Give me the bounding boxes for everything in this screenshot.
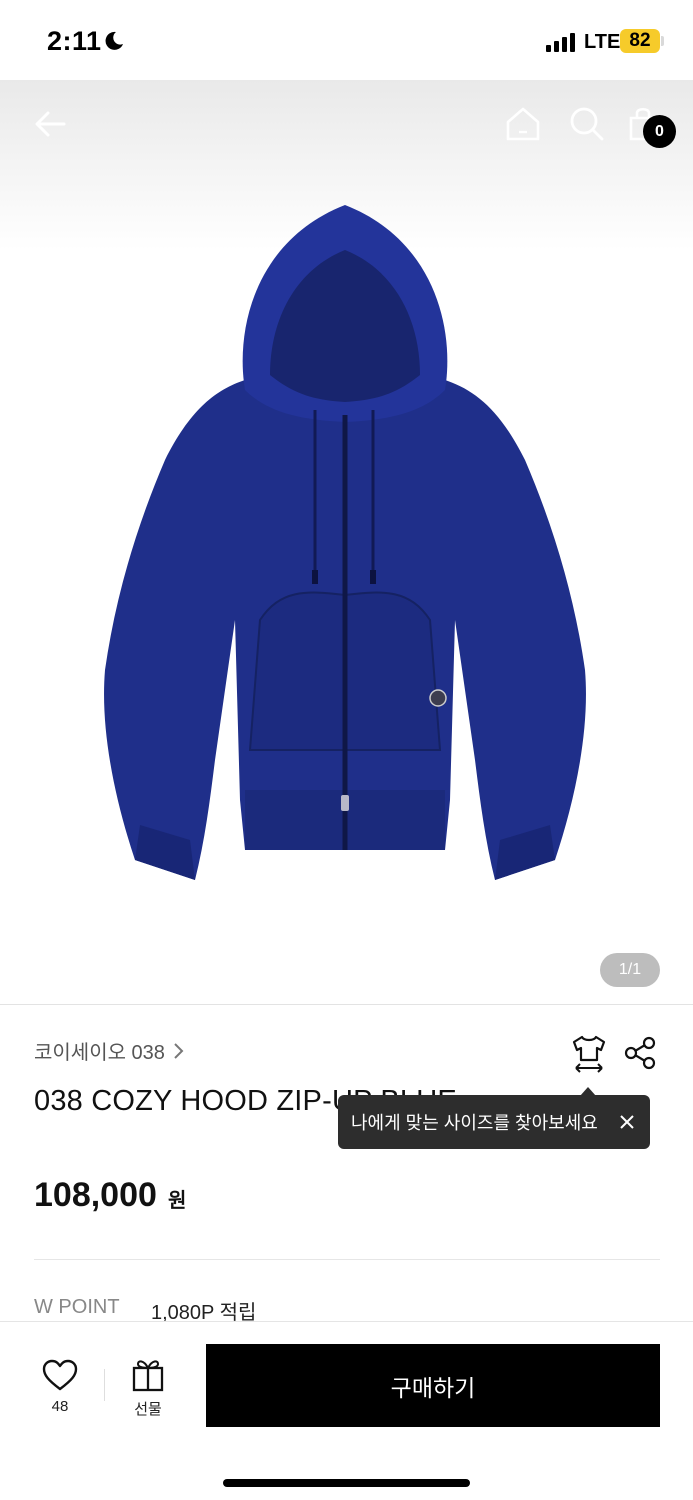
battery-tip: [661, 36, 664, 46]
tooltip-text: 나에게 맞는 사이즈를 찾아보세요: [351, 1113, 598, 1133]
hanger-size-icon[interactable]: [570, 1033, 608, 1075]
price-unit: 원: [168, 1190, 187, 1212]
gift-icon: [132, 1360, 164, 1392]
moon-icon: [105, 31, 123, 50]
product-image: [104, 205, 586, 880]
cart-count-badge: 0: [643, 115, 676, 148]
chevron-right-icon: [174, 1042, 184, 1059]
signal-icon: [546, 33, 575, 52]
back-arrow-icon[interactable]: [30, 104, 70, 144]
share-icon[interactable]: [622, 1035, 658, 1071]
like-count: 48: [51, 1398, 69, 1415]
image-counter: 1/1: [600, 953, 660, 987]
search-icon[interactable]: [567, 104, 607, 144]
divider: [104, 1369, 105, 1401]
divider: [0, 1004, 693, 1005]
bottom-action-bar: 48 선물 구매하기: [0, 1321, 693, 1500]
home-icon[interactable]: [503, 104, 543, 144]
product-image-gallery[interactable]: 0 1/1: [0, 80, 693, 1005]
brand-link[interactable]: 코이세이오 038: [34, 1036, 185, 1065]
buy-button[interactable]: 구매하기: [206, 1344, 660, 1427]
point-label: W POINT: [34, 1296, 120, 1318]
size-tooltip[interactable]: 나에게 맞는 사이즈를 찾아보세요: [338, 1095, 650, 1149]
gift-label: 선물: [134, 1401, 162, 1418]
home-indicator: [223, 1479, 470, 1487]
network-type: LTE: [584, 31, 621, 53]
brand-name: 코이세이오 038: [34, 1042, 165, 1064]
gift-button[interactable]: 선물: [126, 1358, 170, 1418]
like-button[interactable]: 48: [38, 1358, 82, 1418]
divider: [34, 1259, 660, 1260]
status-time: 2:11: [47, 26, 102, 56]
battery-badge: 82: [620, 29, 660, 53]
status-bar: 2:11 LTE 82: [0, 0, 693, 80]
close-icon[interactable]: [617, 1112, 637, 1132]
heart-icon: [42, 1359, 78, 1391]
product-price: 108,000: [34, 1176, 157, 1214]
